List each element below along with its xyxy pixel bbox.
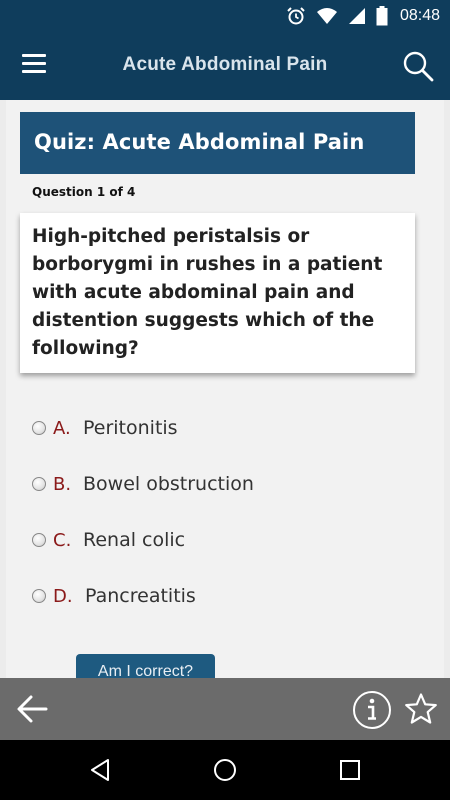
signal-icon	[348, 8, 365, 24]
option-letter: D.	[53, 585, 73, 607]
option-letter: A.	[53, 417, 71, 439]
quiz-title: Quiz: Acute Abdominal Pain	[20, 112, 415, 174]
question-card: High-pitched peristalsis or borborygmi i…	[20, 213, 415, 373]
quiz-content: Quiz: Acute Abdominal Pain Question 1 of…	[6, 100, 444, 678]
radio-button[interactable]	[32, 533, 46, 547]
battery-icon	[376, 6, 388, 26]
answer-options: A. Peritonitis B. Bowel obstruction C. R…	[32, 400, 432, 624]
radio-button[interactable]	[32, 589, 46, 603]
answer-option-b[interactable]: B. Bowel obstruction	[32, 456, 432, 512]
app-title: Acute Abdominal Pain	[122, 54, 328, 75]
answer-option-a[interactable]: A. Peritonitis	[32, 400, 432, 456]
nav-back-icon[interactable]	[88, 758, 112, 782]
wifi-icon	[316, 8, 337, 24]
option-text: Bowel obstruction	[83, 473, 254, 495]
arrow-left-icon[interactable]	[16, 694, 48, 724]
app-bar: Acute Abdominal Pain	[0, 32, 450, 100]
option-letter: C.	[53, 529, 72, 551]
option-text: Renal colic	[83, 529, 186, 551]
answer-option-d[interactable]: D. Pancreatitis	[32, 568, 432, 624]
answer-option-c[interactable]: C. Renal colic	[32, 512, 432, 568]
bottom-toolbar	[0, 678, 450, 740]
question-count: Question 1 of 4	[32, 185, 136, 199]
nav-home-icon[interactable]	[213, 758, 237, 782]
check-answer-button[interactable]: Am I correct?	[76, 654, 215, 678]
question-text: High-pitched peristalsis or borborygmi i…	[32, 226, 383, 359]
alarm-icon	[287, 7, 305, 25]
option-text: Peritonitis	[83, 417, 178, 439]
nav-recent-apps-icon[interactable]	[338, 758, 362, 782]
star-icon[interactable]	[404, 692, 438, 726]
search-icon[interactable]	[402, 50, 434, 82]
radio-button[interactable]	[32, 421, 46, 435]
status-bar: 08:48	[0, 0, 450, 32]
system-nav-bar	[0, 740, 450, 800]
status-time: 08:48	[399, 7, 440, 24]
radio-button[interactable]	[32, 477, 46, 491]
option-letter: B.	[53, 473, 72, 495]
info-icon[interactable]	[352, 690, 392, 730]
option-text: Pancreatitis	[85, 585, 196, 607]
